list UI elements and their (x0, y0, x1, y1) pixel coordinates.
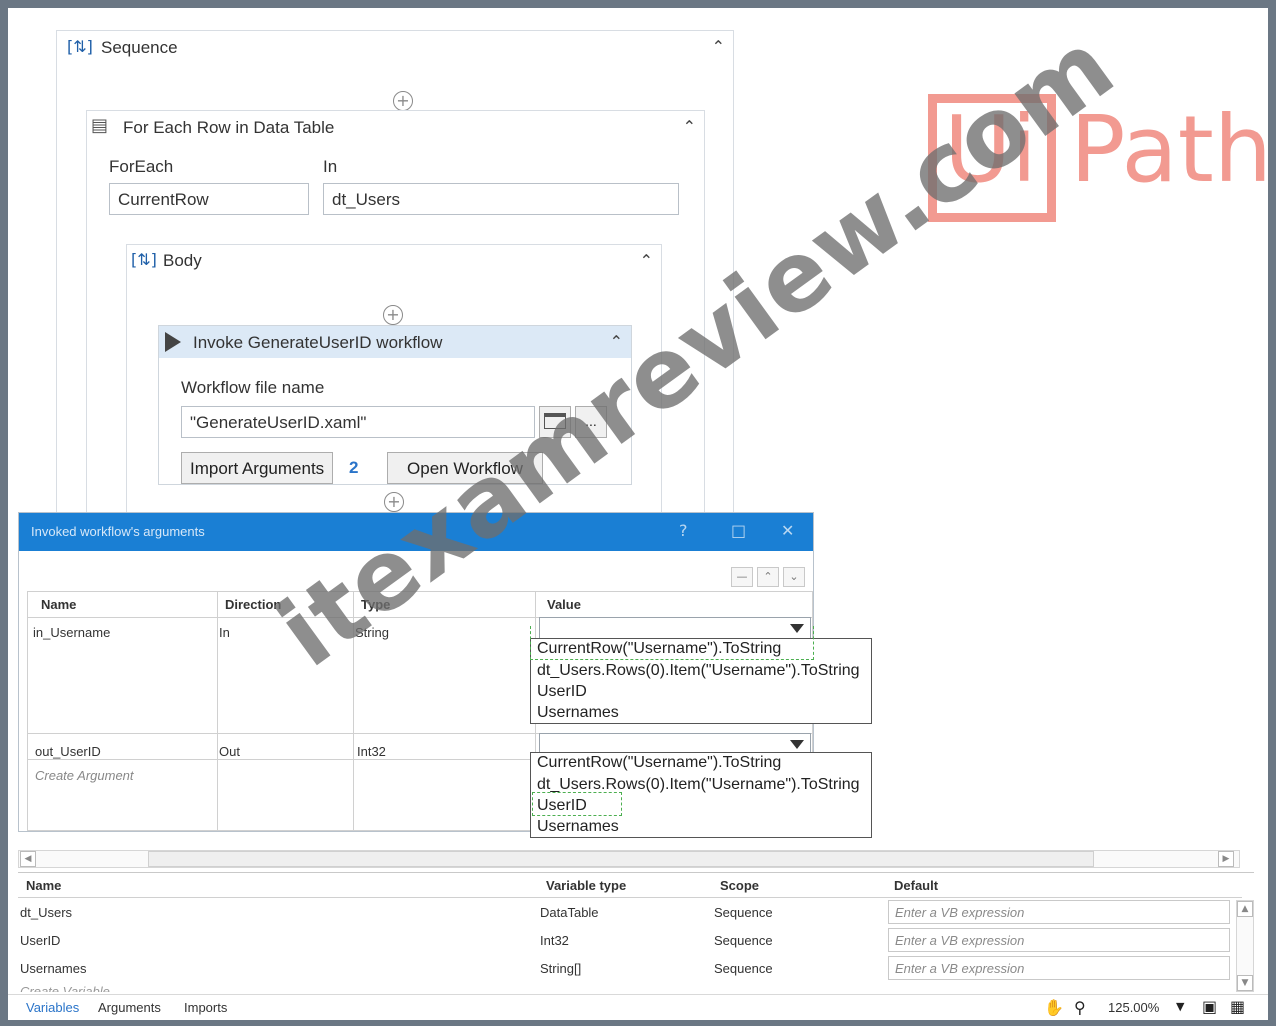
close-icon[interactable]: ✕ (781, 521, 794, 540)
in-label: In (323, 157, 338, 176)
dropdown-option[interactable]: Usernames (537, 818, 619, 836)
var-type[interactable]: DataTable (540, 905, 599, 920)
dropdown-option[interactable]: UserID (537, 683, 587, 701)
arg-type[interactable]: Int32 (357, 744, 386, 759)
arg-name[interactable]: out_UserID (35, 744, 101, 759)
collapse-icon[interactable]: ⌃ (712, 37, 725, 56)
for-each-title: For Each Row in Data Table (123, 118, 335, 137)
create-variable-link[interactable]: Create Variable (20, 984, 110, 992)
arg-direction[interactable]: Out (219, 744, 240, 759)
sequence-icon: [⇅] (131, 250, 157, 269)
column-name: Name (26, 878, 62, 893)
collapse-icon[interactable]: ⌃ (683, 117, 696, 136)
import-arguments-button[interactable]: Import Arguments (181, 452, 334, 484)
dropdown-option[interactable]: CurrentRow("Username").ToString (537, 754, 781, 772)
foreach-label: ForEach (109, 157, 174, 176)
dialog-title: Invoked workflow's arguments (31, 524, 205, 539)
tab-imports[interactable]: Imports (184, 1000, 227, 1015)
maximize-icon[interactable]: □ (731, 521, 746, 540)
default-value-field[interactable]: Enter a VB expression (888, 928, 1230, 952)
add-activity-icon[interactable]: + (383, 305, 403, 325)
sequence-icon: [⇅] (67, 37, 93, 56)
move-down-button[interactable]: ⌄ (783, 567, 805, 587)
chevron-down-icon[interactable] (790, 740, 804, 749)
chevron-down-icon[interactable]: ▼ (1176, 1000, 1184, 1013)
selection-highlight (532, 792, 622, 816)
var-scope[interactable]: Sequence (714, 961, 773, 976)
foreach-collection-field[interactable]: dt_Users (323, 183, 679, 215)
column-value: Value (547, 597, 581, 612)
help-icon[interactable]: ? (679, 521, 688, 540)
move-up-button[interactable]: ⌃ (757, 567, 779, 587)
selection-highlight (530, 626, 814, 660)
default-value-field[interactable]: Enter a VB expression (888, 956, 1230, 980)
tab-variables[interactable]: Variables (26, 1000, 79, 1015)
dropdown-option[interactable]: dt_Users.Rows(0).Item("Username").ToStri… (537, 662, 860, 680)
arg-name[interactable]: in_Username (33, 625, 110, 640)
sequence-title: Sequence (101, 38, 178, 57)
fit-to-screen-icon[interactable]: ▣ (1202, 997, 1217, 1016)
body-title: Body (163, 251, 202, 270)
scroll-left-icon[interactable]: ◀ (20, 851, 36, 867)
add-activity-icon[interactable]: + (393, 91, 413, 111)
foreach-item-field[interactable]: CurrentRow (109, 183, 309, 215)
var-scope[interactable]: Sequence (714, 933, 773, 948)
var-type[interactable]: Int32 (540, 933, 569, 948)
var-type[interactable]: String[] (540, 961, 581, 976)
zoom-level[interactable]: 125.00% (1108, 1000, 1159, 1015)
var-name[interactable]: dt_Users (20, 905, 72, 920)
remove-argument-button[interactable]: — (731, 567, 753, 587)
scroll-right-icon[interactable]: ▶ (1218, 851, 1234, 867)
invoke-title: Invoke GenerateUserID workflow (193, 333, 443, 352)
column-name: Name (41, 597, 77, 612)
workflow-file-field[interactable]: "GenerateUserID.xaml" (181, 406, 535, 438)
workflow-file-label: Workflow file name (181, 378, 325, 397)
var-name[interactable]: Usernames (20, 961, 86, 976)
default-value-field[interactable]: Enter a VB expression (888, 900, 1230, 924)
datatable-icon: ▤ (91, 115, 109, 136)
argument-count-badge: 2 (349, 458, 359, 477)
scrollbar-thumb[interactable] (148, 851, 1094, 867)
designer-canvas: [⇅] Sequence ⌃ + ▤ For Each Row in Data … (8, 8, 1268, 1020)
column-variable-type: Variable type (546, 878, 627, 893)
overview-icon[interactable]: ▦ (1230, 997, 1245, 1016)
create-argument-link[interactable]: Create Argument (35, 768, 134, 783)
dropdown-option[interactable]: Usernames (537, 704, 619, 722)
col-divider (217, 591, 218, 831)
collapse-icon[interactable]: ⌃ (640, 251, 653, 270)
var-name[interactable]: UserID (20, 933, 60, 948)
invoke-header: Invoke GenerateUserID workflow ⌃ (159, 326, 631, 358)
header-divider (18, 897, 1242, 898)
play-icon (165, 332, 181, 352)
column-scope: Scope (720, 878, 760, 893)
zoom-icon[interactable]: ⚲ (1074, 998, 1086, 1017)
scroll-down-icon[interactable]: ▼ (1237, 975, 1253, 991)
var-scope[interactable]: Sequence (714, 905, 773, 920)
scroll-up-icon[interactable]: ▲ (1237, 901, 1253, 917)
column-default: Default (894, 878, 939, 893)
tab-arguments[interactable]: Arguments (98, 1000, 161, 1015)
arg-direction[interactable]: In (219, 625, 230, 640)
hand-pan-icon[interactable]: ✋ (1044, 998, 1064, 1017)
